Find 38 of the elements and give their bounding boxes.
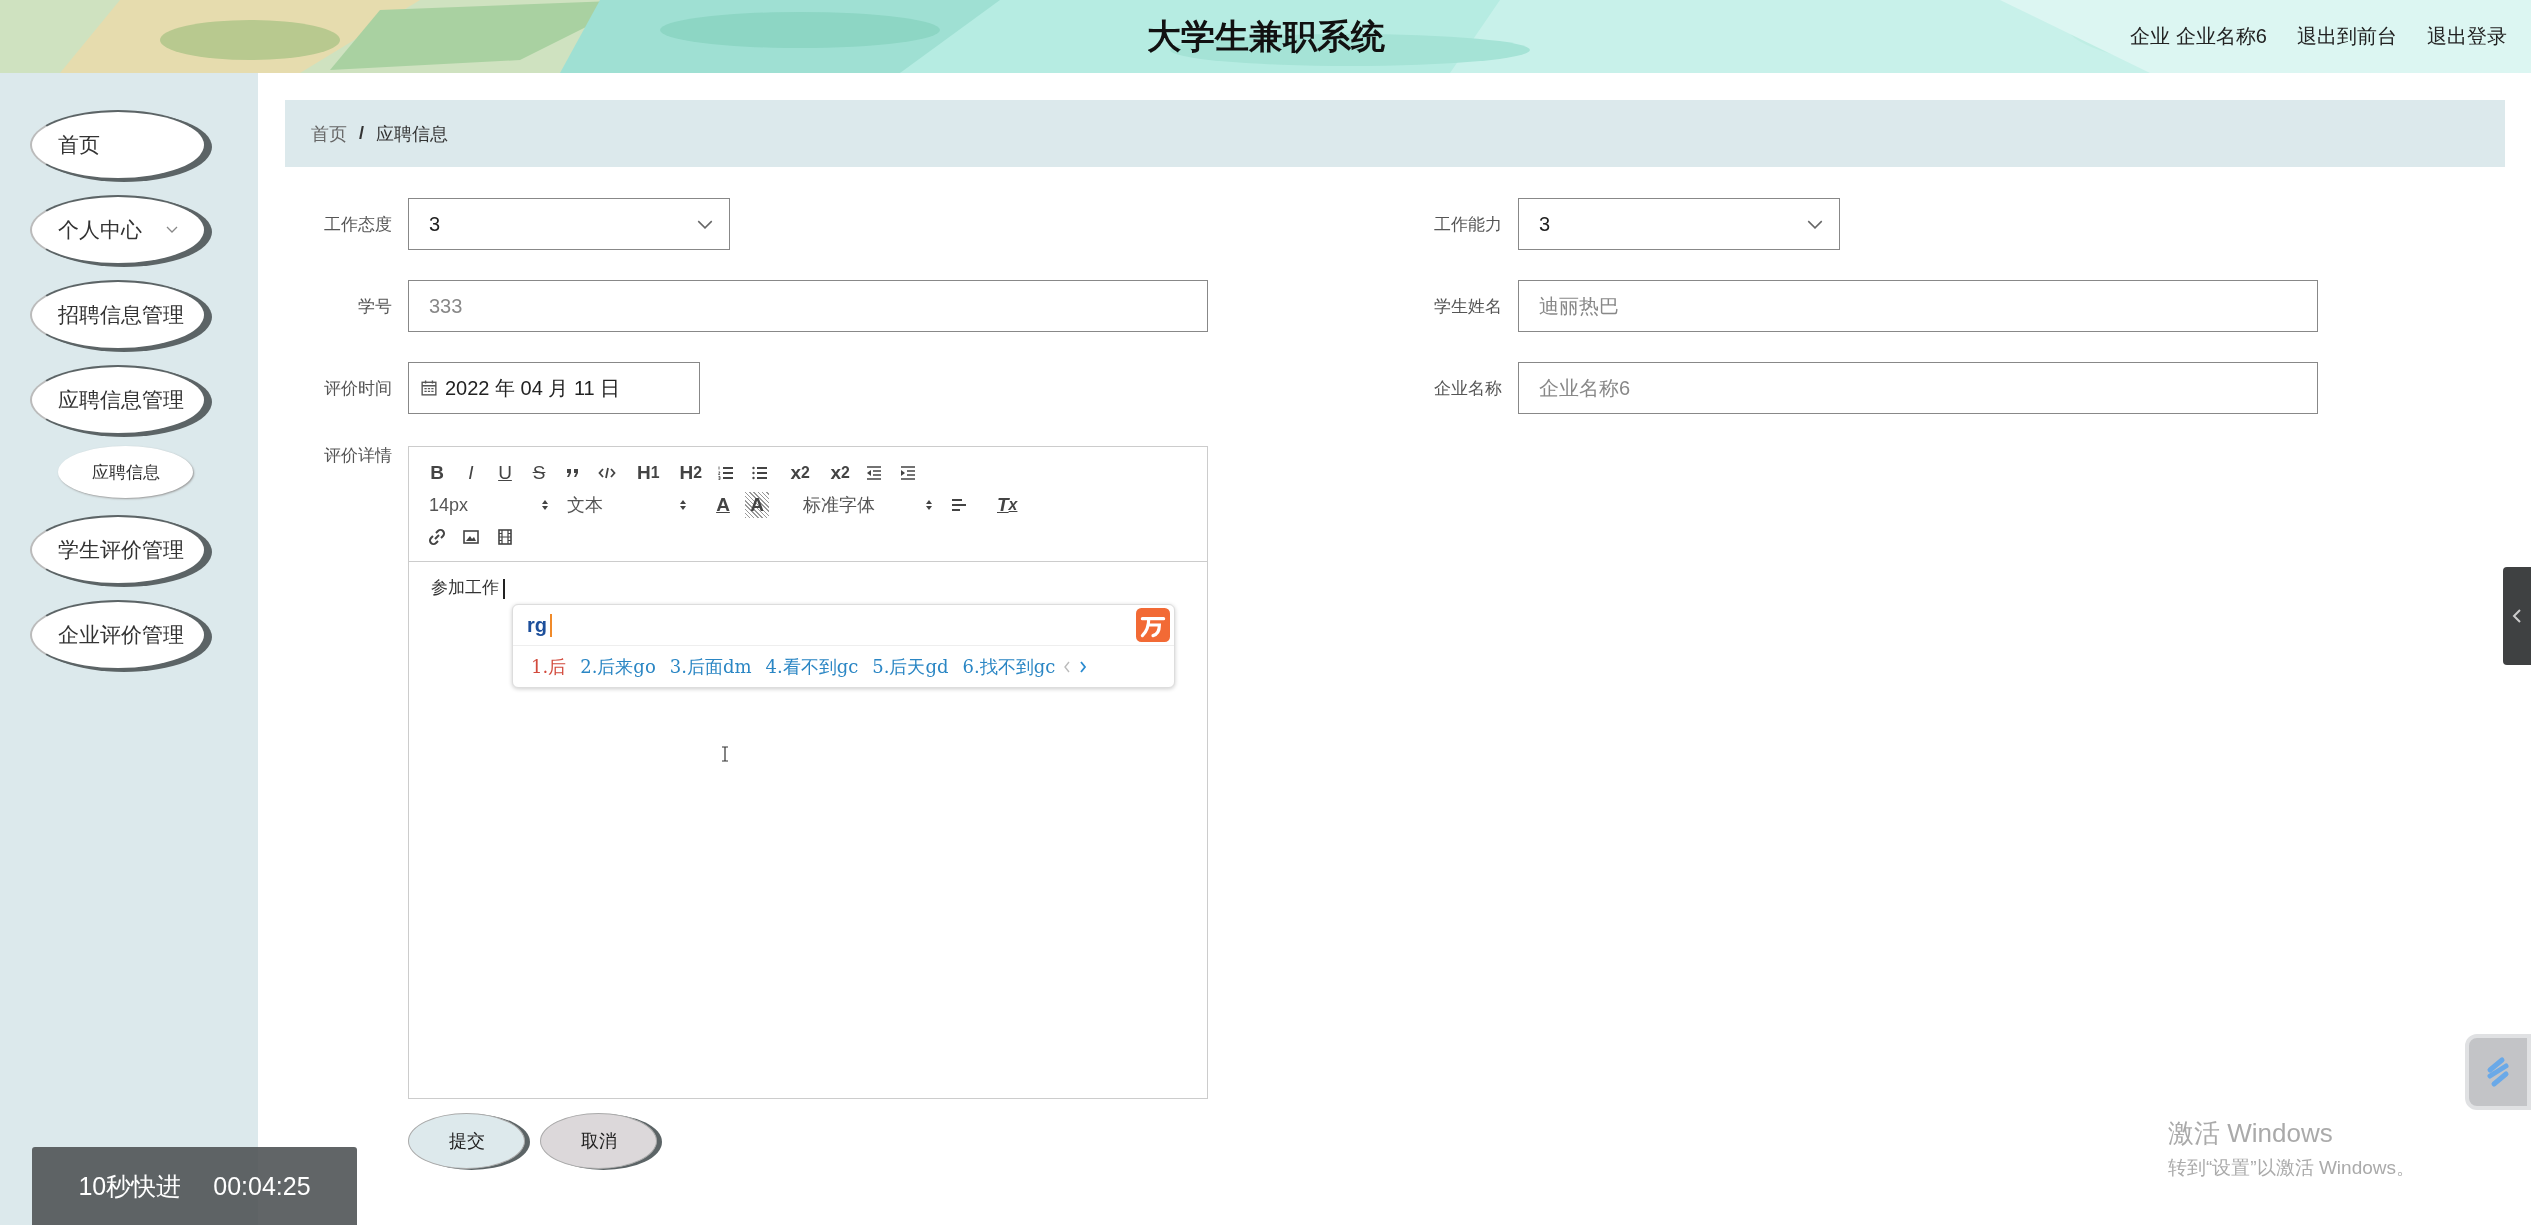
breadcrumb-separator: / xyxy=(359,123,364,144)
bold-button[interactable]: B xyxy=(425,460,449,486)
toolbar-picker[interactable]: 标准字体 xyxy=(799,493,937,517)
highlight-button[interactable]: A xyxy=(745,492,769,518)
field-label: 评价时间 xyxy=(323,377,393,400)
select-field[interactable]: 3 xyxy=(408,198,730,250)
underline-button[interactable]: U xyxy=(493,460,517,486)
strikethrough-button[interactable]: S xyxy=(527,460,551,486)
activation-notice-title: 激活 Windows xyxy=(2168,1117,2334,1150)
sidebar-subitem[interactable]: 应聘信息 xyxy=(58,446,193,498)
text-color-button[interactable]: A xyxy=(711,492,735,518)
toolbar-picker[interactable]: 文本 xyxy=(563,493,691,517)
field-label: 工作态度 xyxy=(323,213,393,236)
toolbar-picker[interactable]: 14px xyxy=(425,494,553,516)
ime-candidate[interactable]: 1.后 xyxy=(531,655,567,679)
ime-candidate[interactable]: 2.后来go xyxy=(580,655,656,679)
breadcrumb-link[interactable]: 首页 xyxy=(311,121,347,146)
time-label: 00:04:25 xyxy=(213,1171,311,1201)
editor-text: 参加工作 xyxy=(431,577,499,599)
field-label: 学号 xyxy=(357,295,393,318)
ime-candidate[interactable]: 6.找不到gc xyxy=(962,655,1056,679)
breadcrumb-current: 应聘信息 xyxy=(376,122,448,146)
field-label: 学生姓名 xyxy=(1433,295,1503,318)
ime-candidate[interactable]: 3.后面dm xyxy=(669,655,752,679)
date-field[interactable]: 2022 年 04 月 11 日 xyxy=(408,362,700,414)
activation-notice-text: 转到“设置”以激活 Windows。 xyxy=(2168,1156,2415,1180)
skip-label[interactable]: 10秒快进 xyxy=(78,1169,182,1203)
field-label: 企业名称 xyxy=(1433,377,1503,400)
field-label: 评价详情 xyxy=(323,445,393,467)
field-label: 工作能力 xyxy=(1433,213,1503,236)
header-link[interactable]: 退出登录 xyxy=(2427,23,2507,50)
header-link[interactable]: 退出到前台 xyxy=(2297,23,2397,50)
site-title: 大学生兼职系统 xyxy=(1146,15,1385,57)
select-field[interactable]: 3 xyxy=(1518,198,1840,250)
user-label: 企业 企业名称6 xyxy=(2130,24,2267,49)
ime-candidate[interactable]: 4.看不到gc xyxy=(765,655,859,679)
ime-candidate[interactable]: 5.后天gd xyxy=(872,655,949,679)
italic-button[interactable]: I xyxy=(459,460,483,486)
